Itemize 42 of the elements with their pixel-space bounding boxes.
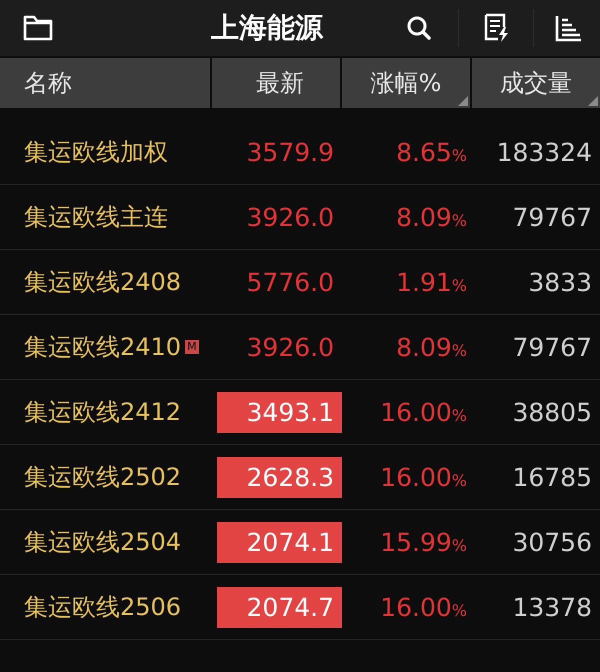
latest-price: 3926.0 (246, 202, 335, 234)
contract-name[interactable]: 集运欧线2412 (24, 396, 182, 428)
contract-name[interactable]: 集运欧线2502 (24, 461, 182, 493)
volume: 79767 (512, 202, 592, 232)
change-percent: 1.91% (396, 268, 467, 296)
volume: 79767 (512, 332, 592, 362)
latest-price: 3493.1 (217, 392, 342, 432)
contract-name[interactable]: 集运欧线主连 (24, 201, 168, 233)
volume: 30756 (512, 528, 592, 556)
main-contract-badge: M (185, 340, 199, 354)
change-percent: 16.00% (380, 462, 467, 492)
latest-price: 3579.9 (246, 136, 335, 168)
volume: 13378 (512, 592, 592, 622)
latest-price: 2628.3 (217, 456, 342, 498)
latest-price: 3926.0 (246, 332, 335, 364)
volume: 3833 (528, 268, 592, 296)
contract-name[interactable]: 集运欧线2504 (24, 526, 182, 558)
contract-name[interactable]: 集运欧线2408 (24, 266, 182, 298)
latest-price: 2074.7 (217, 586, 342, 628)
contract-name[interactable]: 集运欧线加权 (24, 136, 168, 168)
volume: 38805 (512, 398, 592, 426)
column-header[interactable]: 名称 (0, 58, 210, 108)
latest-price: 2074.1 (217, 522, 342, 562)
contract-name[interactable]: 集运欧线2506 (24, 591, 182, 623)
change-percent: 8.09% (396, 332, 467, 362)
change-percent: 16.00% (380, 398, 467, 426)
sort-bars-icon[interactable] (554, 14, 582, 42)
column-header[interactable]: 涨幅% (342, 58, 470, 108)
search-icon[interactable] (406, 15, 432, 41)
document-lightning-icon[interactable] (483, 13, 511, 43)
column-header[interactable]: 成交量 (472, 58, 600, 108)
change-percent: 8.65% (396, 138, 467, 166)
volume: 16785 (512, 462, 592, 492)
contract-name[interactable]: 集运欧线2410 (24, 331, 182, 363)
change-percent: 8.09% (396, 202, 467, 232)
column-header[interactable]: 最新 (212, 58, 340, 108)
change-percent: 15.99% (380, 528, 467, 556)
volume: 183324 (496, 138, 592, 166)
folder-icon[interactable] (23, 15, 53, 41)
latest-price: 5776.0 (246, 266, 335, 298)
page-title: 上海能源 (211, 10, 324, 46)
change-percent: 16.00% (380, 592, 467, 622)
